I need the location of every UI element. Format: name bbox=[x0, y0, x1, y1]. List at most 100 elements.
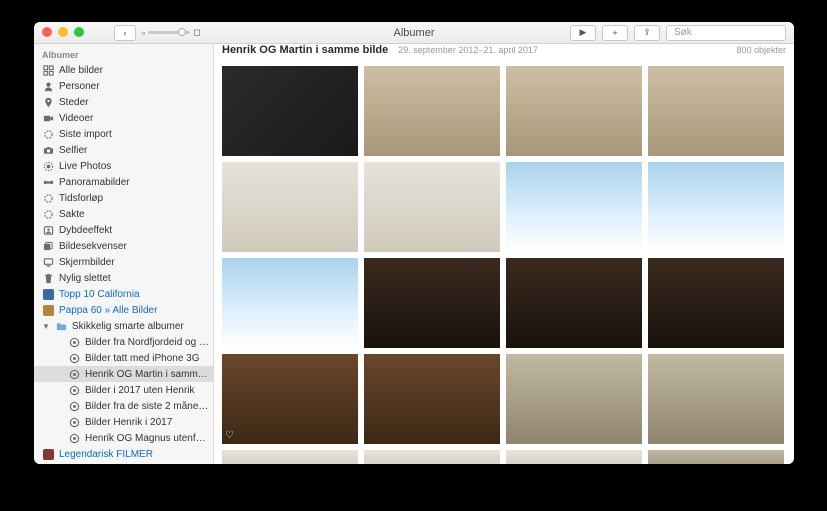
sidebar-item[interactable]: Live Photos bbox=[34, 158, 213, 174]
zoom-window-button[interactable] bbox=[74, 27, 84, 37]
photo-thumbnail[interactable] bbox=[364, 258, 500, 348]
sidebar-item[interactable]: Pappa 60 » Alle Bilder bbox=[34, 302, 213, 318]
folder-icon bbox=[55, 320, 67, 332]
photo-thumbnail[interactable] bbox=[506, 258, 642, 348]
sidebar-item-label: Live Photos bbox=[59, 161, 209, 172]
share-button[interactable]: ⇪ bbox=[634, 25, 660, 41]
photo-row: ♡ bbox=[222, 354, 786, 444]
photo-content bbox=[364, 354, 500, 444]
sidebar-item-label: Skikkelig smarte albumer bbox=[72, 321, 209, 332]
traffic-lights bbox=[42, 27, 84, 37]
photo-thumbnail[interactable] bbox=[364, 354, 500, 444]
sidebar-item-label: Videoer bbox=[59, 113, 209, 124]
slider-track[interactable] bbox=[148, 31, 190, 34]
close-window-button[interactable] bbox=[42, 27, 52, 37]
sidebar-item[interactable]: Topp 10 California bbox=[34, 286, 213, 302]
album-count: 800 objekter bbox=[736, 45, 786, 55]
sidebar-item-label: Sakte bbox=[59, 209, 209, 220]
sidebar-item[interactable]: Bilder tatt med iPhone 3G bbox=[34, 350, 213, 366]
photo-thumbnail[interactable] bbox=[222, 162, 358, 252]
thumbnail-size-slider[interactable]: ▫ ◻ bbox=[142, 27, 201, 38]
photo-thumbnail[interactable] bbox=[222, 66, 358, 156]
sidebar-item[interactable]: Dybdeeffekt bbox=[34, 222, 213, 238]
sidebar-item[interactable]: Panoramabilder bbox=[34, 174, 213, 190]
sidebar-item[interactable]: Steder bbox=[34, 94, 213, 110]
person-icon bbox=[42, 80, 54, 92]
photo-content bbox=[506, 162, 642, 252]
sidebar-item[interactable]: Bilder fra Nordfjordeid og STV bbox=[34, 334, 213, 350]
grid-icon bbox=[42, 64, 54, 76]
sidebar-item[interactable]: Bildesekvenser bbox=[34, 238, 213, 254]
photo-content bbox=[506, 258, 642, 348]
titlebar: ‹ ▫ ◻ Albumer ▶ + ⇪ Søk bbox=[34, 22, 794, 44]
photo-content bbox=[222, 354, 358, 444]
sidebar-item-label: Henrik OG Martin i samme bilde bbox=[85, 369, 209, 380]
photo-thumbnail[interactable] bbox=[648, 450, 784, 464]
zoom-in-icon: ◻ bbox=[193, 27, 200, 38]
sidebar-item[interactable]: Nylig slettet bbox=[34, 270, 213, 286]
photo-content bbox=[364, 450, 500, 464]
sidebar-item[interactable]: Bilder Henrik i 2017 bbox=[34, 414, 213, 430]
sidebar-item[interactable]: Alle bilder bbox=[34, 62, 213, 78]
play-slideshow-button[interactable]: ▶ bbox=[570, 25, 596, 41]
sidebar-item[interactable]: ▼ Skikkelig smarte albumer bbox=[34, 318, 213, 334]
photo-thumbnail[interactable] bbox=[364, 66, 500, 156]
photo-thumbnail[interactable] bbox=[364, 162, 500, 252]
app-window: ‹ ▫ ◻ Albumer ▶ + ⇪ Søk Albumer Alle bil… bbox=[34, 22, 794, 464]
sidebar-item[interactable]: Siste import bbox=[34, 126, 213, 142]
gear-icon bbox=[68, 336, 80, 348]
sidebar-item-label: Pappa 60 » Alle Bilder bbox=[59, 305, 209, 316]
photo-thumbnail[interactable]: ♡ bbox=[222, 354, 358, 444]
add-button[interactable]: + bbox=[602, 25, 628, 41]
spin-icon bbox=[42, 128, 54, 140]
photo-thumbnail[interactable] bbox=[222, 450, 358, 464]
photo-thumbnail[interactable] bbox=[506, 354, 642, 444]
sidebar-item[interactable]: Skjermbilder bbox=[34, 254, 213, 270]
sidebar-item[interactable]: Legendarisk FILMER bbox=[34, 446, 213, 462]
photo-thumbnail[interactable] bbox=[648, 354, 784, 444]
sidebar-item[interactable]: Personer bbox=[34, 78, 213, 94]
photo-content bbox=[222, 258, 358, 348]
photo-row bbox=[222, 258, 786, 348]
sidebar-item-label: Henrik OG Magnus utenfor Norge bbox=[85, 433, 209, 444]
thumb-r-icon bbox=[42, 448, 54, 460]
sidebar-item[interactable]: Henrik OG Martin i samme bilde bbox=[34, 366, 213, 382]
sidebar-item[interactable]: Bilder fra de siste 2 månedene (rela... bbox=[34, 398, 213, 414]
sidebar-item-label: Skjermbilder bbox=[59, 257, 209, 268]
disclosure-triangle-icon[interactable]: ▼ bbox=[42, 322, 50, 331]
photo-content bbox=[506, 354, 642, 444]
sidebar-item[interactable]: Bilder i 2017 uten Henrik bbox=[34, 382, 213, 398]
photo-thumbnail[interactable] bbox=[364, 450, 500, 464]
zoom-out-icon: ▫ bbox=[142, 28, 145, 38]
photo-thumbnail[interactable] bbox=[506, 66, 642, 156]
photo-content bbox=[506, 66, 642, 156]
photo-grid: ♡ bbox=[214, 62, 794, 464]
search-input[interactable]: Søk bbox=[666, 25, 786, 41]
sidebar-item[interactable]: Tidsforløp bbox=[34, 190, 213, 206]
slider-thumb[interactable] bbox=[178, 28, 186, 36]
sidebar-item[interactable]: Selfier bbox=[34, 142, 213, 158]
sidebar-item-label: Bildesekvenser bbox=[59, 241, 209, 252]
sidebar-item-label: Selfier bbox=[59, 145, 209, 156]
sidebar-item-label: Bilder tatt med iPhone 3G bbox=[85, 353, 209, 364]
minimize-window-button[interactable] bbox=[58, 27, 68, 37]
sidebar-item-label: Personer bbox=[59, 81, 209, 92]
photo-thumbnail[interactable] bbox=[648, 162, 784, 252]
back-button[interactable]: ‹ bbox=[114, 25, 136, 41]
depth-icon bbox=[42, 224, 54, 236]
search-placeholder: Søk bbox=[674, 27, 692, 38]
photo-content bbox=[364, 258, 500, 348]
sidebar-item[interactable]: Henrik OG Magnus utenfor Norge bbox=[34, 430, 213, 446]
sidebar: Albumer Alle bilderPersonerStederVideoer… bbox=[34, 44, 214, 464]
photo-thumbnail[interactable] bbox=[648, 258, 784, 348]
pano-icon bbox=[42, 176, 54, 188]
photo-thumbnail[interactable] bbox=[506, 450, 642, 464]
album-header: Henrik OG Martin i samme bilde 29. septe… bbox=[214, 44, 794, 62]
sidebar-item[interactable]: Sakte bbox=[34, 206, 213, 222]
photo-thumbnail[interactable] bbox=[222, 258, 358, 348]
sidebar-item[interactable]: Videoer bbox=[34, 110, 213, 126]
photo-thumbnail[interactable] bbox=[506, 162, 642, 252]
photo-thumbnail[interactable] bbox=[648, 66, 784, 156]
photo-content bbox=[364, 66, 500, 156]
burst-icon bbox=[42, 240, 54, 252]
